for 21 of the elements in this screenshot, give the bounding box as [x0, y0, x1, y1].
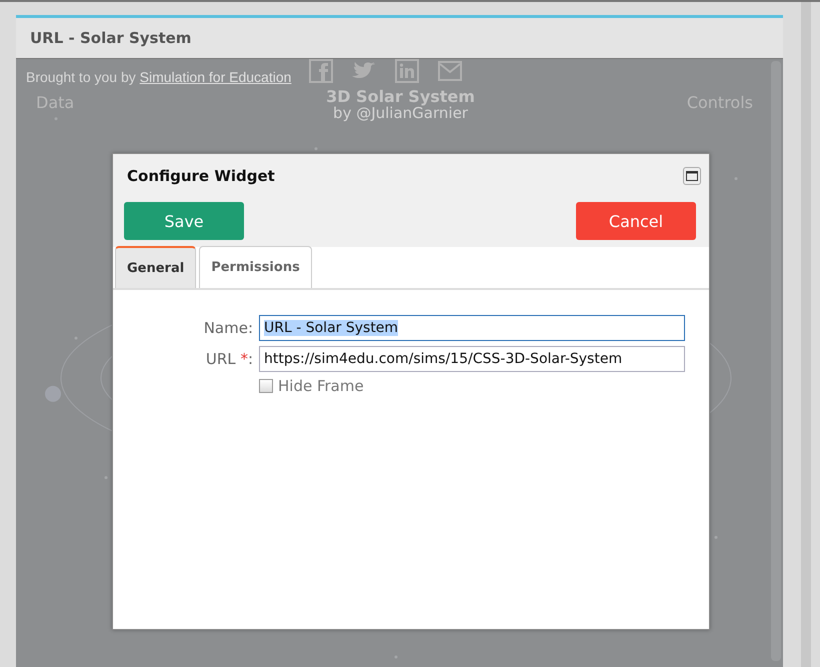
save-button[interactable]: Save	[124, 202, 244, 240]
input-field[interactable]: URL - Solar System	[259, 315, 685, 341]
tab[interactable]: Permissions	[199, 246, 312, 288]
simulation-title: 3D Solar System	[326, 87, 475, 106]
field-label: Name:	[202, 319, 254, 337]
dialog-title: Configure Widget	[127, 167, 275, 185]
mail-icon[interactable]	[438, 59, 462, 83]
simulation-author: by @JulianGarnier	[333, 106, 468, 121]
maximize-button[interactable]	[683, 167, 701, 185]
credit-link[interactable]: Simulation for Education	[140, 69, 292, 85]
cancel-button[interactable]: Cancel	[576, 202, 696, 240]
panel-title: URL - Solar System	[30, 29, 192, 47]
hide-frame-checkbox[interactable]: Hide Frame	[259, 377, 689, 395]
field-label: URL *:	[204, 350, 254, 368]
credit-text: Brought to you by Simulation for Education	[26, 69, 292, 85]
input-field[interactable]: https://sim4edu.com/sims/15/CSS-3D-Solar-System	[259, 346, 685, 372]
page-scrollbar[interactable]	[800, 2, 810, 667]
linkedin-icon[interactable]	[395, 59, 420, 83]
tab[interactable]: General	[115, 246, 196, 288]
checkbox[interactable]	[259, 379, 273, 393]
facebook-icon[interactable]	[309, 59, 334, 83]
